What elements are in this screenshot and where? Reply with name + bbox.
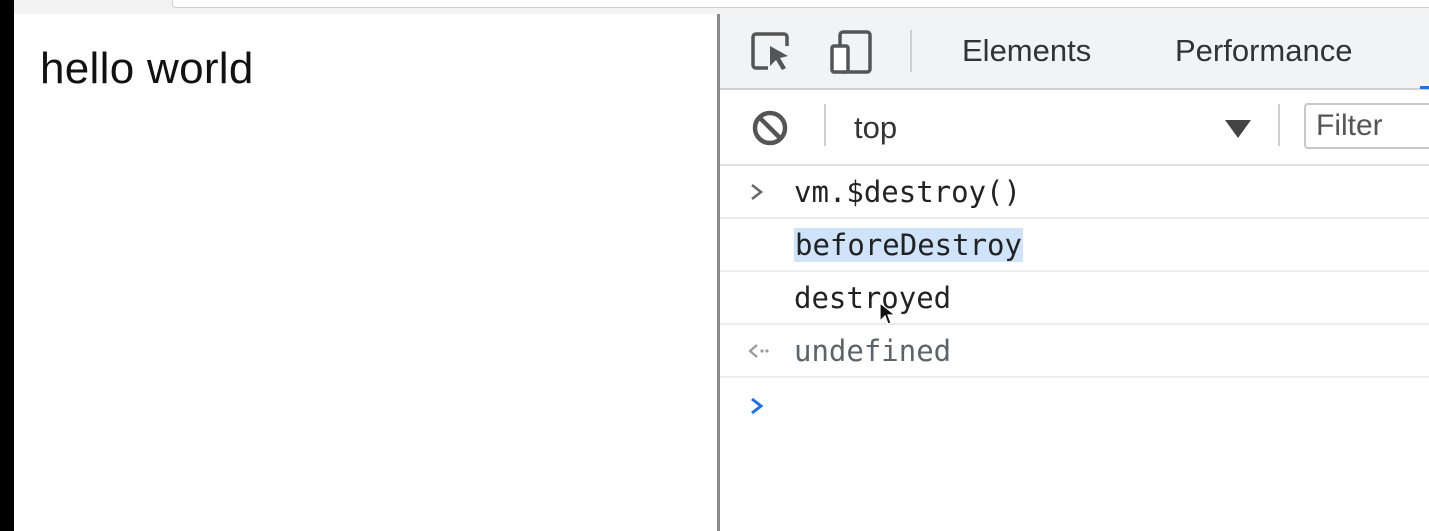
console-log-text[interactable]: destroyed bbox=[794, 281, 951, 315]
filter-input[interactable] bbox=[1306, 105, 1429, 147]
console-toolbar-separator bbox=[824, 104, 826, 146]
devtools-tab-bar: Elements Performance bbox=[720, 14, 1429, 90]
clear-console-icon[interactable] bbox=[750, 108, 790, 148]
devtools-panel: Elements Performance top vm.$destroy() bbox=[720, 14, 1429, 531]
mouse-cursor-icon bbox=[879, 301, 897, 325]
screen-frame: hello world Elements Performance top Fil… bbox=[0, 0, 1429, 531]
console-entry-log: beforeDestroy bbox=[720, 219, 1429, 272]
page-viewport: hello world bbox=[14, 14, 717, 531]
console-filter[interactable] bbox=[1304, 103, 1429, 149]
active-tab-indicator bbox=[1420, 86, 1429, 89]
console-entry-log: destroyed bbox=[720, 272, 1429, 325]
console-result-text[interactable]: undefined bbox=[794, 334, 951, 368]
browser-top-strip bbox=[14, 0, 1429, 14]
input-chevron-icon bbox=[751, 184, 764, 200]
result-arrow-icon bbox=[748, 344, 769, 358]
toolbar-separator bbox=[910, 30, 912, 72]
context-selector[interactable]: top bbox=[854, 110, 897, 146]
console-entry-result: undefined bbox=[720, 325, 1429, 378]
page-content-text: hello world bbox=[40, 44, 254, 93]
console-output: vm.$destroy() beforeDestroy destroyed un… bbox=[720, 166, 1429, 434]
console-toolbar-separator bbox=[1278, 104, 1280, 146]
console-toolbar: top bbox=[720, 90, 1429, 166]
prompt-chevron-icon bbox=[751, 397, 764, 415]
tab-performance[interactable]: Performance bbox=[1175, 33, 1352, 69]
chevron-down-icon[interactable] bbox=[1225, 120, 1251, 138]
address-bar[interactable] bbox=[172, 0, 1429, 8]
console-entry-input: vm.$destroy() bbox=[720, 166, 1429, 219]
console-prompt[interactable] bbox=[720, 378, 1429, 434]
console-input-text[interactable]: vm.$destroy() bbox=[794, 175, 1021, 209]
element-picker-icon[interactable] bbox=[748, 28, 796, 76]
device-toolbar-icon[interactable] bbox=[828, 28, 876, 76]
tab-elements[interactable]: Elements bbox=[962, 33, 1091, 69]
console-log-text[interactable]: beforeDestroy bbox=[794, 228, 1023, 262]
